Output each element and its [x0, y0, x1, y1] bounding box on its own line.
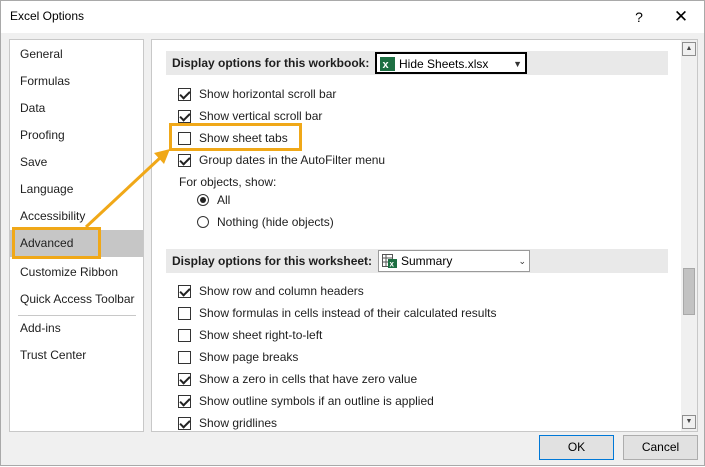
option-label: Show gridlines — [199, 416, 278, 430]
workbook-display-header-label: Display options for this workbook: — [172, 56, 370, 70]
nav-item-quick-access-toolbar[interactable]: Quick Access Toolbar — [10, 286, 143, 313]
option-label: Show horizontal scroll bar — [199, 87, 337, 101]
dialog-title: Excel Options — [10, 9, 85, 23]
checkbox[interactable] — [178, 351, 191, 364]
option-label: Show formulas in cells instead of their … — [199, 306, 497, 320]
excel-file-icon: x — [380, 57, 395, 71]
option-label: Show page breaks — [199, 350, 299, 364]
vertical-scrollbar[interactable]: ▲ ▼ — [681, 40, 697, 431]
checkbox[interactable] — [178, 285, 191, 298]
worksheet-select-value: Summary — [401, 254, 453, 268]
for-objects-label: For objects, show: — [179, 175, 277, 189]
option-label: Show a zero in cells that have zero valu… — [199, 372, 418, 386]
scroll-down-arrow-icon[interactable]: ▼ — [682, 415, 696, 429]
nav-item-general[interactable]: General — [10, 41, 143, 68]
scrollbar-thumb[interactable] — [683, 268, 695, 315]
workbook-select[interactable]: x Hide Sheets.xlsx ▼ — [375, 52, 527, 74]
option-label: Show row and column headers — [199, 284, 364, 298]
nav-item-proofing[interactable]: Proofing — [10, 122, 143, 149]
checkbox[interactable] — [178, 154, 191, 167]
close-button[interactable]: ✕ — [669, 5, 693, 29]
checkbox[interactable] — [178, 329, 191, 342]
worksheet-display-header-label: Display options for this worksheet: — [172, 254, 373, 268]
title-bar: Excel Options ? ✕ — [1, 1, 704, 33]
nav-item-language[interactable]: Language — [10, 176, 143, 203]
svg-text:x: x — [383, 59, 390, 71]
highlight-box-show-sheet-tabs — [169, 123, 302, 151]
checkbox[interactable] — [178, 110, 191, 123]
option-label: Show outline symbols if an outline is ap… — [199, 394, 434, 408]
nav-item-formulas[interactable]: Formulas — [10, 68, 143, 95]
nav-item-add-ins[interactable]: Add-ins — [10, 315, 143, 342]
worksheet-icon: x — [382, 254, 397, 268]
svg-text:x: x — [390, 260, 395, 269]
checkbox[interactable] — [178, 307, 191, 320]
checkbox[interactable] — [178, 417, 191, 430]
radio-label: All — [217, 193, 231, 207]
excel-options-dialog: Excel Options ? ✕ General Formulas Data … — [0, 0, 705, 466]
nav-item-trust-center[interactable]: Trust Center — [10, 342, 143, 369]
worksheet-select[interactable]: x Summary ⌄ — [378, 250, 530, 272]
nav-item-save[interactable]: Save — [10, 149, 143, 176]
scroll-up-arrow-icon[interactable]: ▲ — [682, 42, 696, 56]
chevron-down-icon: ▼ — [513, 59, 522, 69]
cancel-button[interactable]: Cancel — [623, 435, 698, 460]
radio-button[interactable] — [197, 194, 209, 206]
highlight-box-advanced — [12, 227, 101, 259]
option-label: Group dates in the AutoFilter menu — [199, 153, 386, 167]
advanced-options-panel: Display options for this workbook: x Hid… — [151, 39, 698, 432]
checkbox[interactable] — [178, 395, 191, 408]
chevron-down-icon: ⌄ — [518, 256, 526, 266]
nav-item-data[interactable]: Data — [10, 95, 143, 122]
option-label: Show sheet right-to-left — [199, 328, 323, 342]
radio-button[interactable] — [197, 216, 209, 228]
workbook-select-value: Hide Sheets.xlsx — [399, 57, 489, 71]
radio-label: Nothing (hide objects) — [217, 215, 334, 229]
ok-button[interactable]: OK — [539, 435, 614, 460]
checkbox[interactable] — [178, 373, 191, 386]
help-button[interactable]: ? — [627, 5, 651, 29]
nav-item-customize-ribbon[interactable]: Customize Ribbon — [10, 259, 143, 286]
nav-item-accessibility[interactable]: Accessibility — [10, 203, 143, 230]
checkbox[interactable] — [178, 88, 191, 101]
